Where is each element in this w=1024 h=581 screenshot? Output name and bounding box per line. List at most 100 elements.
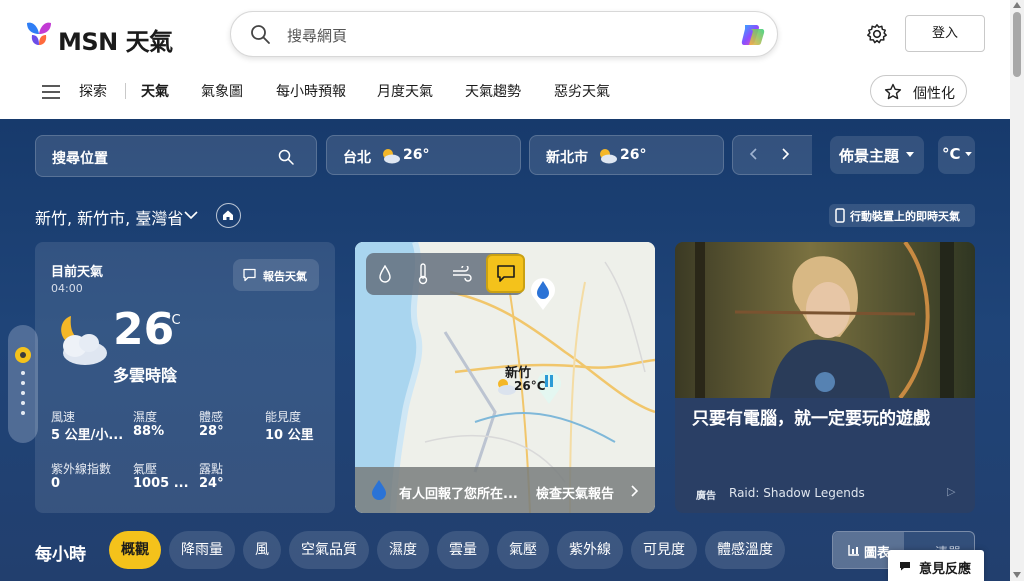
city-card-taipei[interactable]: 台北 26° — [326, 135, 521, 175]
copilot-icon[interactable] — [739, 21, 767, 49]
scrollbar-thumb[interactable] — [1013, 12, 1021, 77]
chevron-down-icon[interactable] — [183, 209, 199, 221]
web-search-box[interactable]: 搜尋網頁 — [230, 11, 778, 57]
stat-value-feels-like: 28° — [199, 424, 224, 439]
nav-item-weather[interactable]: 天氣 — [141, 81, 169, 101]
unit-dropdown[interactable]: °C — [938, 136, 975, 174]
ad-card[interactable]: 只要有電腦，就一定要玩的遊戲 廣告 Raid: Shadow Legends ▷ — [675, 242, 975, 513]
chart-view-label: 圖表 — [864, 546, 891, 561]
stat-label-wind: 風速 — [51, 410, 76, 424]
map-report-text: 有人回報了您所在... — [399, 487, 518, 502]
hourly-tab-feels-like[interactable]: 體感溫度 — [705, 531, 785, 569]
location-search-placeholder: 搜尋位置 — [52, 151, 108, 167]
search-icon — [251, 25, 270, 44]
nav-item-hourly-forecast[interactable]: 每小時預報 — [276, 81, 346, 101]
chevron-right-icon — [631, 485, 639, 497]
hourly-tab-uv[interactable]: 紫外線 — [557, 531, 623, 569]
nav-divider — [125, 83, 126, 99]
stat-value-humidity: 88% — [133, 424, 165, 439]
feedback-button[interactable]: 意見反應 — [888, 550, 984, 581]
current-temperature: 26 — [113, 304, 175, 355]
nav-item-monthly-weather[interactable]: 月度天氣 — [377, 81, 433, 101]
current-weather-title: 目前天氣 — [51, 265, 104, 280]
chart-icon — [848, 545, 859, 556]
caret-down-icon — [965, 152, 972, 157]
current-weather-time: 04:00 — [51, 282, 83, 295]
hamburger-menu-icon[interactable] — [42, 85, 60, 99]
temperature-unit: °C — [165, 313, 181, 328]
map-report-bar[interactable]: 有人回報了您所在... 檢查天氣報告 — [355, 467, 655, 513]
city-card-new-taipei[interactable]: 新北市 26° — [529, 135, 724, 175]
weather-condition: 多雲時陰 — [113, 366, 178, 385]
location-name: 新竹, 新竹市, 臺灣省 — [35, 209, 184, 228]
city-temp: 26° — [620, 147, 647, 163]
hourly-tab-air-quality[interactable]: 空氣品質 — [289, 531, 369, 569]
msn-logo-text[interactable]: MSN 天氣 — [58, 22, 173, 57]
map-layer-toolbar — [366, 253, 525, 295]
home-location-button[interactable] — [216, 203, 241, 228]
ad-choices-icon[interactable]: ▷ — [947, 485, 955, 498]
partly-cloudy-icon — [600, 149, 617, 164]
location-search-input[interactable]: 搜尋位置 — [35, 135, 317, 177]
mobile-live-weather-button[interactable]: 行動裝置上的即時天氣 — [829, 204, 975, 227]
partly-cloudy-icon — [383, 149, 400, 164]
raindrop-icon[interactable] — [378, 265, 392, 283]
city-name: 新北市 — [546, 150, 588, 166]
map-report-layer-button[interactable] — [486, 254, 525, 293]
feedback-label: 意見反應 — [919, 562, 972, 577]
ad-label: 廣告 — [696, 491, 716, 502]
map-city-temp: 26°C — [514, 379, 546, 393]
scroll-up-arrow-icon[interactable] — [1013, 2, 1021, 8]
stat-label-uv-index: 紫外線指數 — [51, 462, 112, 476]
search-placeholder: 搜尋網頁 — [287, 27, 348, 45]
chevron-right-icon[interactable] — [779, 147, 791, 161]
stat-label-pressure: 氣壓 — [133, 462, 158, 476]
signin-button[interactable]: 登入 — [905, 15, 985, 52]
nav-item-weather-trends[interactable]: 天氣趨勢 — [465, 81, 521, 101]
weather-map-card[interactable]: 新竹 26°C 有人回報了您所在... 檢查天氣報告 — [355, 242, 655, 513]
nav-item-severe-weather[interactable]: 惡劣天氣 — [554, 81, 610, 101]
hourly-tab-overview[interactable]: 概觀 — [109, 531, 161, 569]
ad-sponsor[interactable]: Raid: Shadow Legends — [729, 486, 865, 500]
location-selector[interactable]: 新竹, 新竹市, 臺灣省 — [35, 205, 183, 229]
scroll-down-arrow-icon[interactable] — [1013, 572, 1021, 578]
hourly-tab-visibility[interactable]: 可見度 — [631, 531, 697, 569]
report-weather-button[interactable]: 報告天氣 — [233, 259, 319, 291]
map-pin-rain-icon — [531, 278, 555, 310]
hourly-tab-wind[interactable]: 風 — [243, 531, 281, 569]
stat-label-dew-point: 露點 — [199, 462, 224, 476]
nav-item-weather-map[interactable]: 氣象圖 — [201, 81, 243, 101]
chevron-left-icon[interactable] — [748, 147, 760, 161]
msn-logo-icon[interactable] — [24, 19, 54, 49]
chat-bubble-icon — [497, 265, 515, 282]
hourly-tab-humidity[interactable]: 濕度 — [377, 531, 429, 569]
stat-value-pressure: 1005 ... — [133, 476, 189, 491]
hourly-tab-pressure[interactable]: 氣壓 — [497, 531, 549, 569]
page-scrollbar[interactable] — [1010, 0, 1024, 581]
stat-value-wind: 5 公里/小... — [51, 428, 124, 443]
settings-gear-icon[interactable] — [866, 23, 888, 45]
mobile-live-weather-label: 行動裝置上的即時天氣 — [850, 210, 960, 223]
sun-icon[interactable] — [13, 345, 33, 365]
nav-item-explore[interactable]: 探索 — [79, 81, 107, 101]
theme-label: 佈景主題 — [839, 147, 900, 165]
theme-dropdown[interactable]: 佈景主題 — [830, 136, 924, 174]
ad-image — [675, 242, 975, 398]
stat-value-uv-index: 0 — [51, 476, 61, 491]
chat-bubble-icon — [243, 268, 256, 282]
personalize-button[interactable]: 個性化 — [870, 75, 967, 107]
side-toolbar[interactable] — [8, 325, 38, 443]
unit-label: °C — [942, 145, 961, 163]
raindrop-icon — [372, 480, 386, 500]
city-temp: 26° — [403, 147, 430, 163]
hourly-tab-cloud-cover[interactable]: 雲量 — [437, 531, 489, 569]
toolbar-dots — [21, 371, 25, 415]
city-card-partial[interactable] — [732, 135, 812, 175]
thermometer-icon[interactable] — [417, 263, 429, 285]
wind-icon[interactable] — [452, 266, 472, 282]
hourly-tab-precipitation[interactable]: 降雨量 — [169, 531, 235, 569]
map-report-link[interactable]: 檢查天氣報告 — [536, 483, 614, 502]
stat-label-visibility: 能見度 — [265, 410, 302, 424]
ad-headline[interactable]: 只要有電腦，就一定要玩的遊戲 — [692, 408, 962, 430]
stat-label-feels-like: 體感 — [199, 410, 224, 424]
